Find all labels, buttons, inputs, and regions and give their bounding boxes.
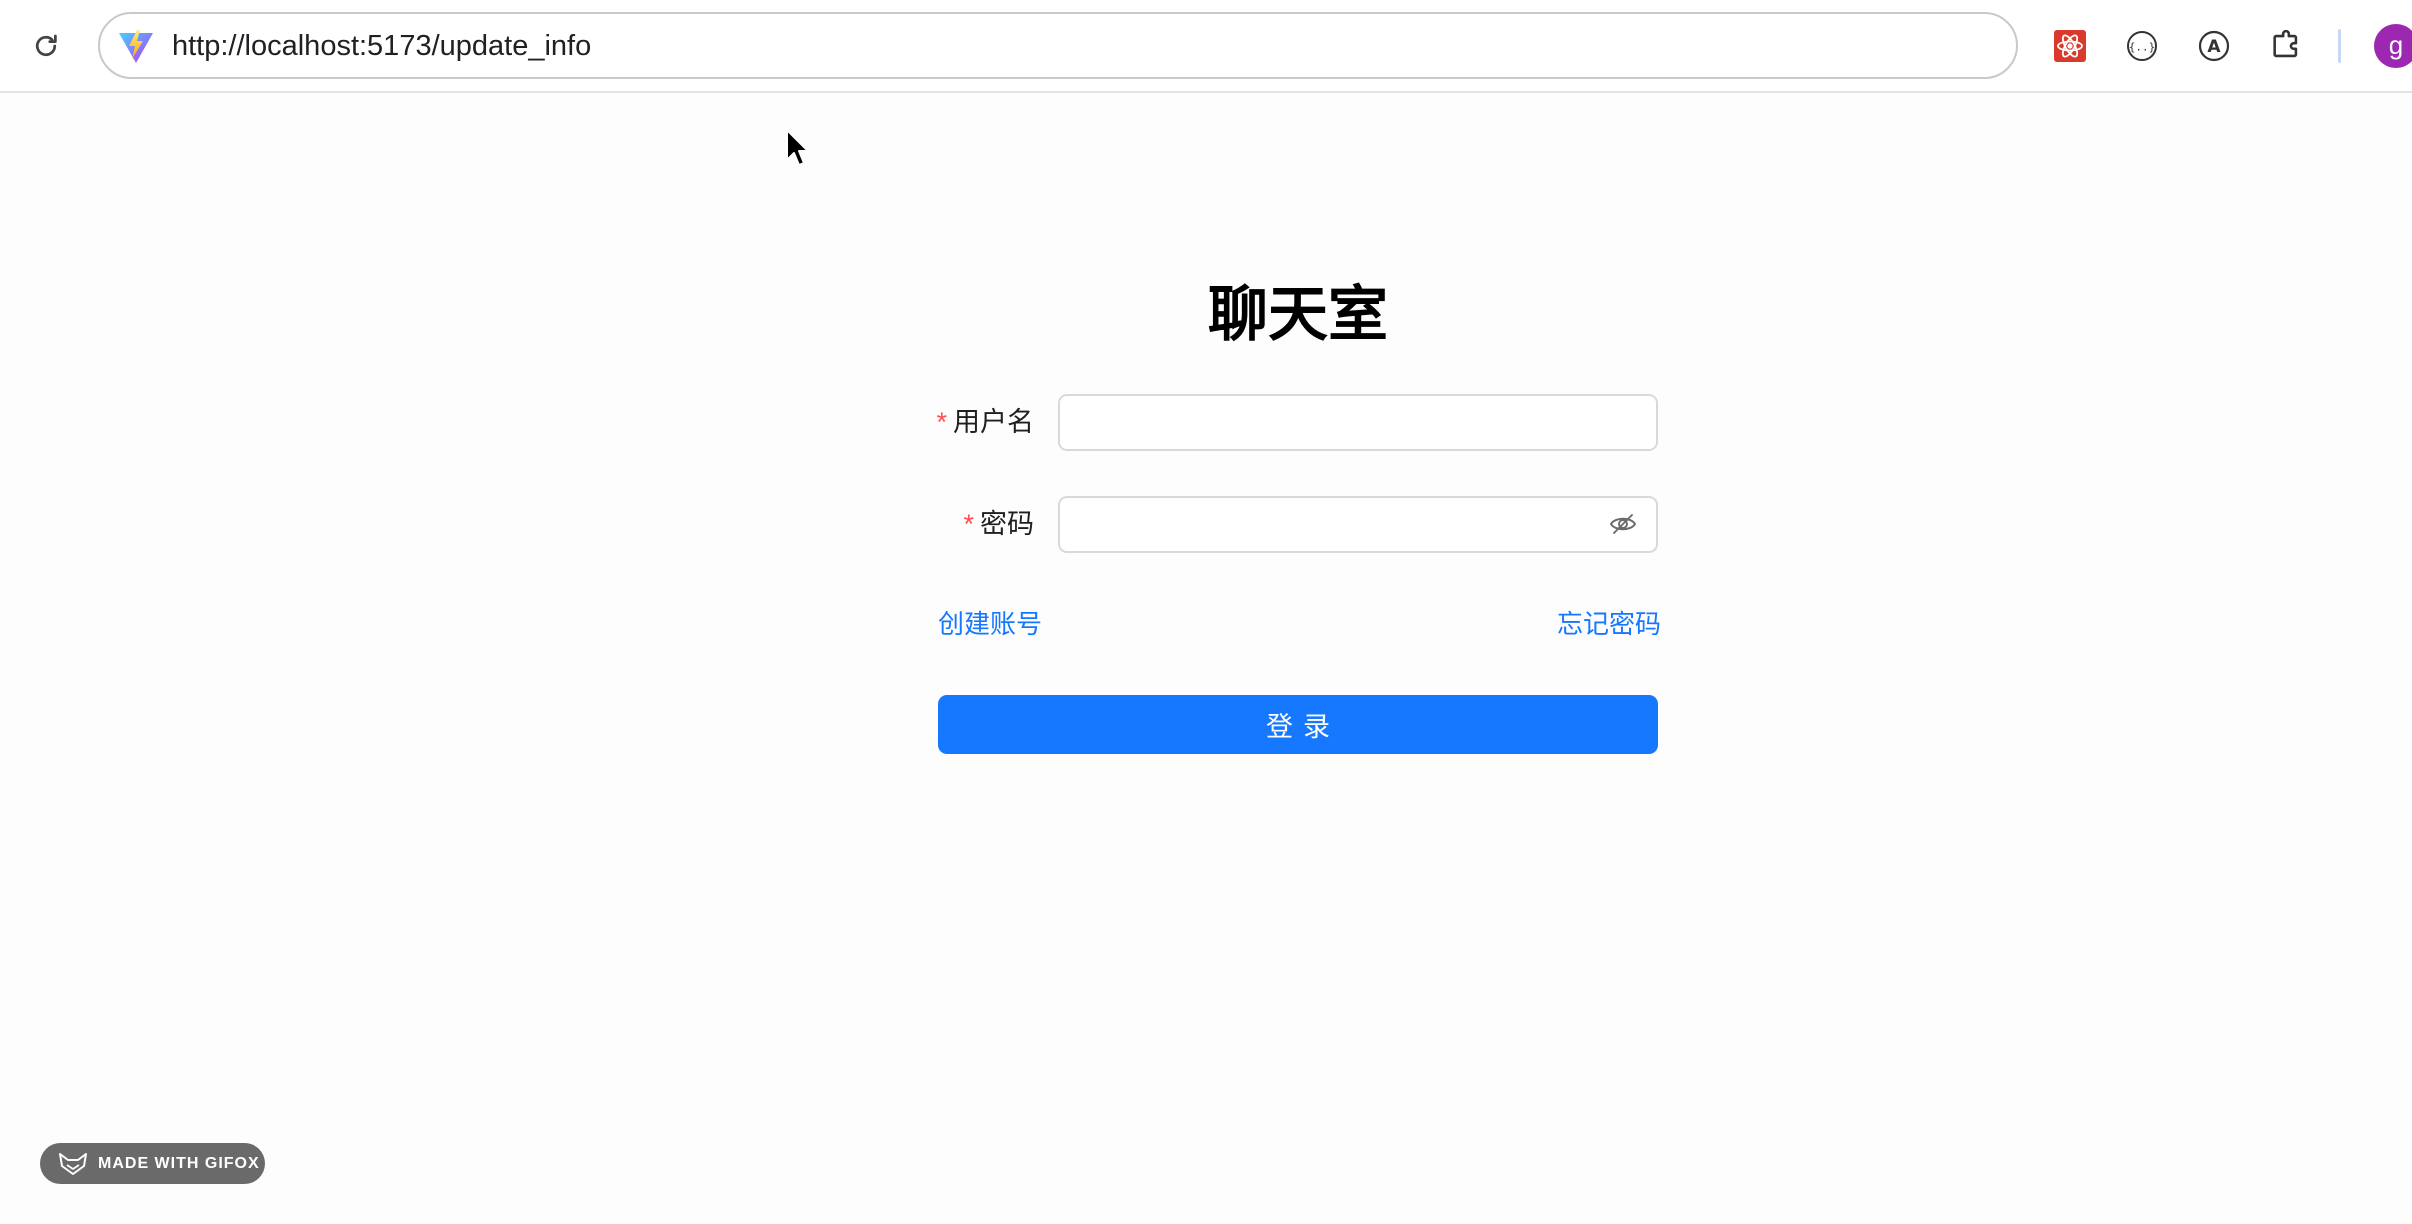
browser-toolbar: http://localhost:5173/update_info {..} A… (0, 0, 2412, 93)
username-input[interactable] (1058, 394, 1658, 451)
password-label-text: 密码 (980, 509, 1034, 539)
url-text[interactable]: http://localhost:5173/update_info (172, 28, 591, 64)
username-label-text: 用户名 (953, 407, 1034, 437)
fox-logo-icon (59, 1152, 87, 1175)
forgot-password-link[interactable]: 忘记密码 (1557, 604, 1661, 644)
password-input[interactable] (1058, 496, 1658, 553)
mouse-cursor-icon (785, 128, 811, 168)
page-title: 聊天室 (1208, 281, 1388, 348)
create-account-link[interactable]: 创建账号 (938, 604, 1042, 644)
password-label: * 密码 (900, 496, 1034, 552)
required-mark: * (936, 407, 947, 437)
gifox-watermark: MADE WITH GIFOX (40, 1143, 265, 1184)
address-bar[interactable]: http://localhost:5173/update_info (98, 12, 2018, 79)
svg-text:A: A (2207, 37, 2221, 57)
svg-text:{..}: {..} (2129, 41, 2156, 54)
reload-icon[interactable] (28, 28, 64, 64)
vite-logo-icon (116, 27, 156, 67)
puzzle-extensions-icon[interactable] (2264, 24, 2308, 68)
gifox-watermark-text: MADE WITH GIFOX (98, 1154, 260, 1172)
profile-avatar[interactable]: g (2374, 24, 2412, 68)
eye-invisible-icon[interactable] (1606, 509, 1640, 539)
toolbar-divider (2338, 29, 2341, 63)
translate-a-extension-icon[interactable]: A (2192, 24, 2236, 68)
username-label: * 用户名 (900, 394, 1034, 450)
required-mark: * (963, 509, 974, 539)
react-devtools-extension-icon[interactable] (2048, 24, 2092, 68)
json-formatter-extension-icon[interactable]: {..} (2120, 24, 2164, 68)
login-button[interactable]: 登录 (938, 695, 1658, 754)
